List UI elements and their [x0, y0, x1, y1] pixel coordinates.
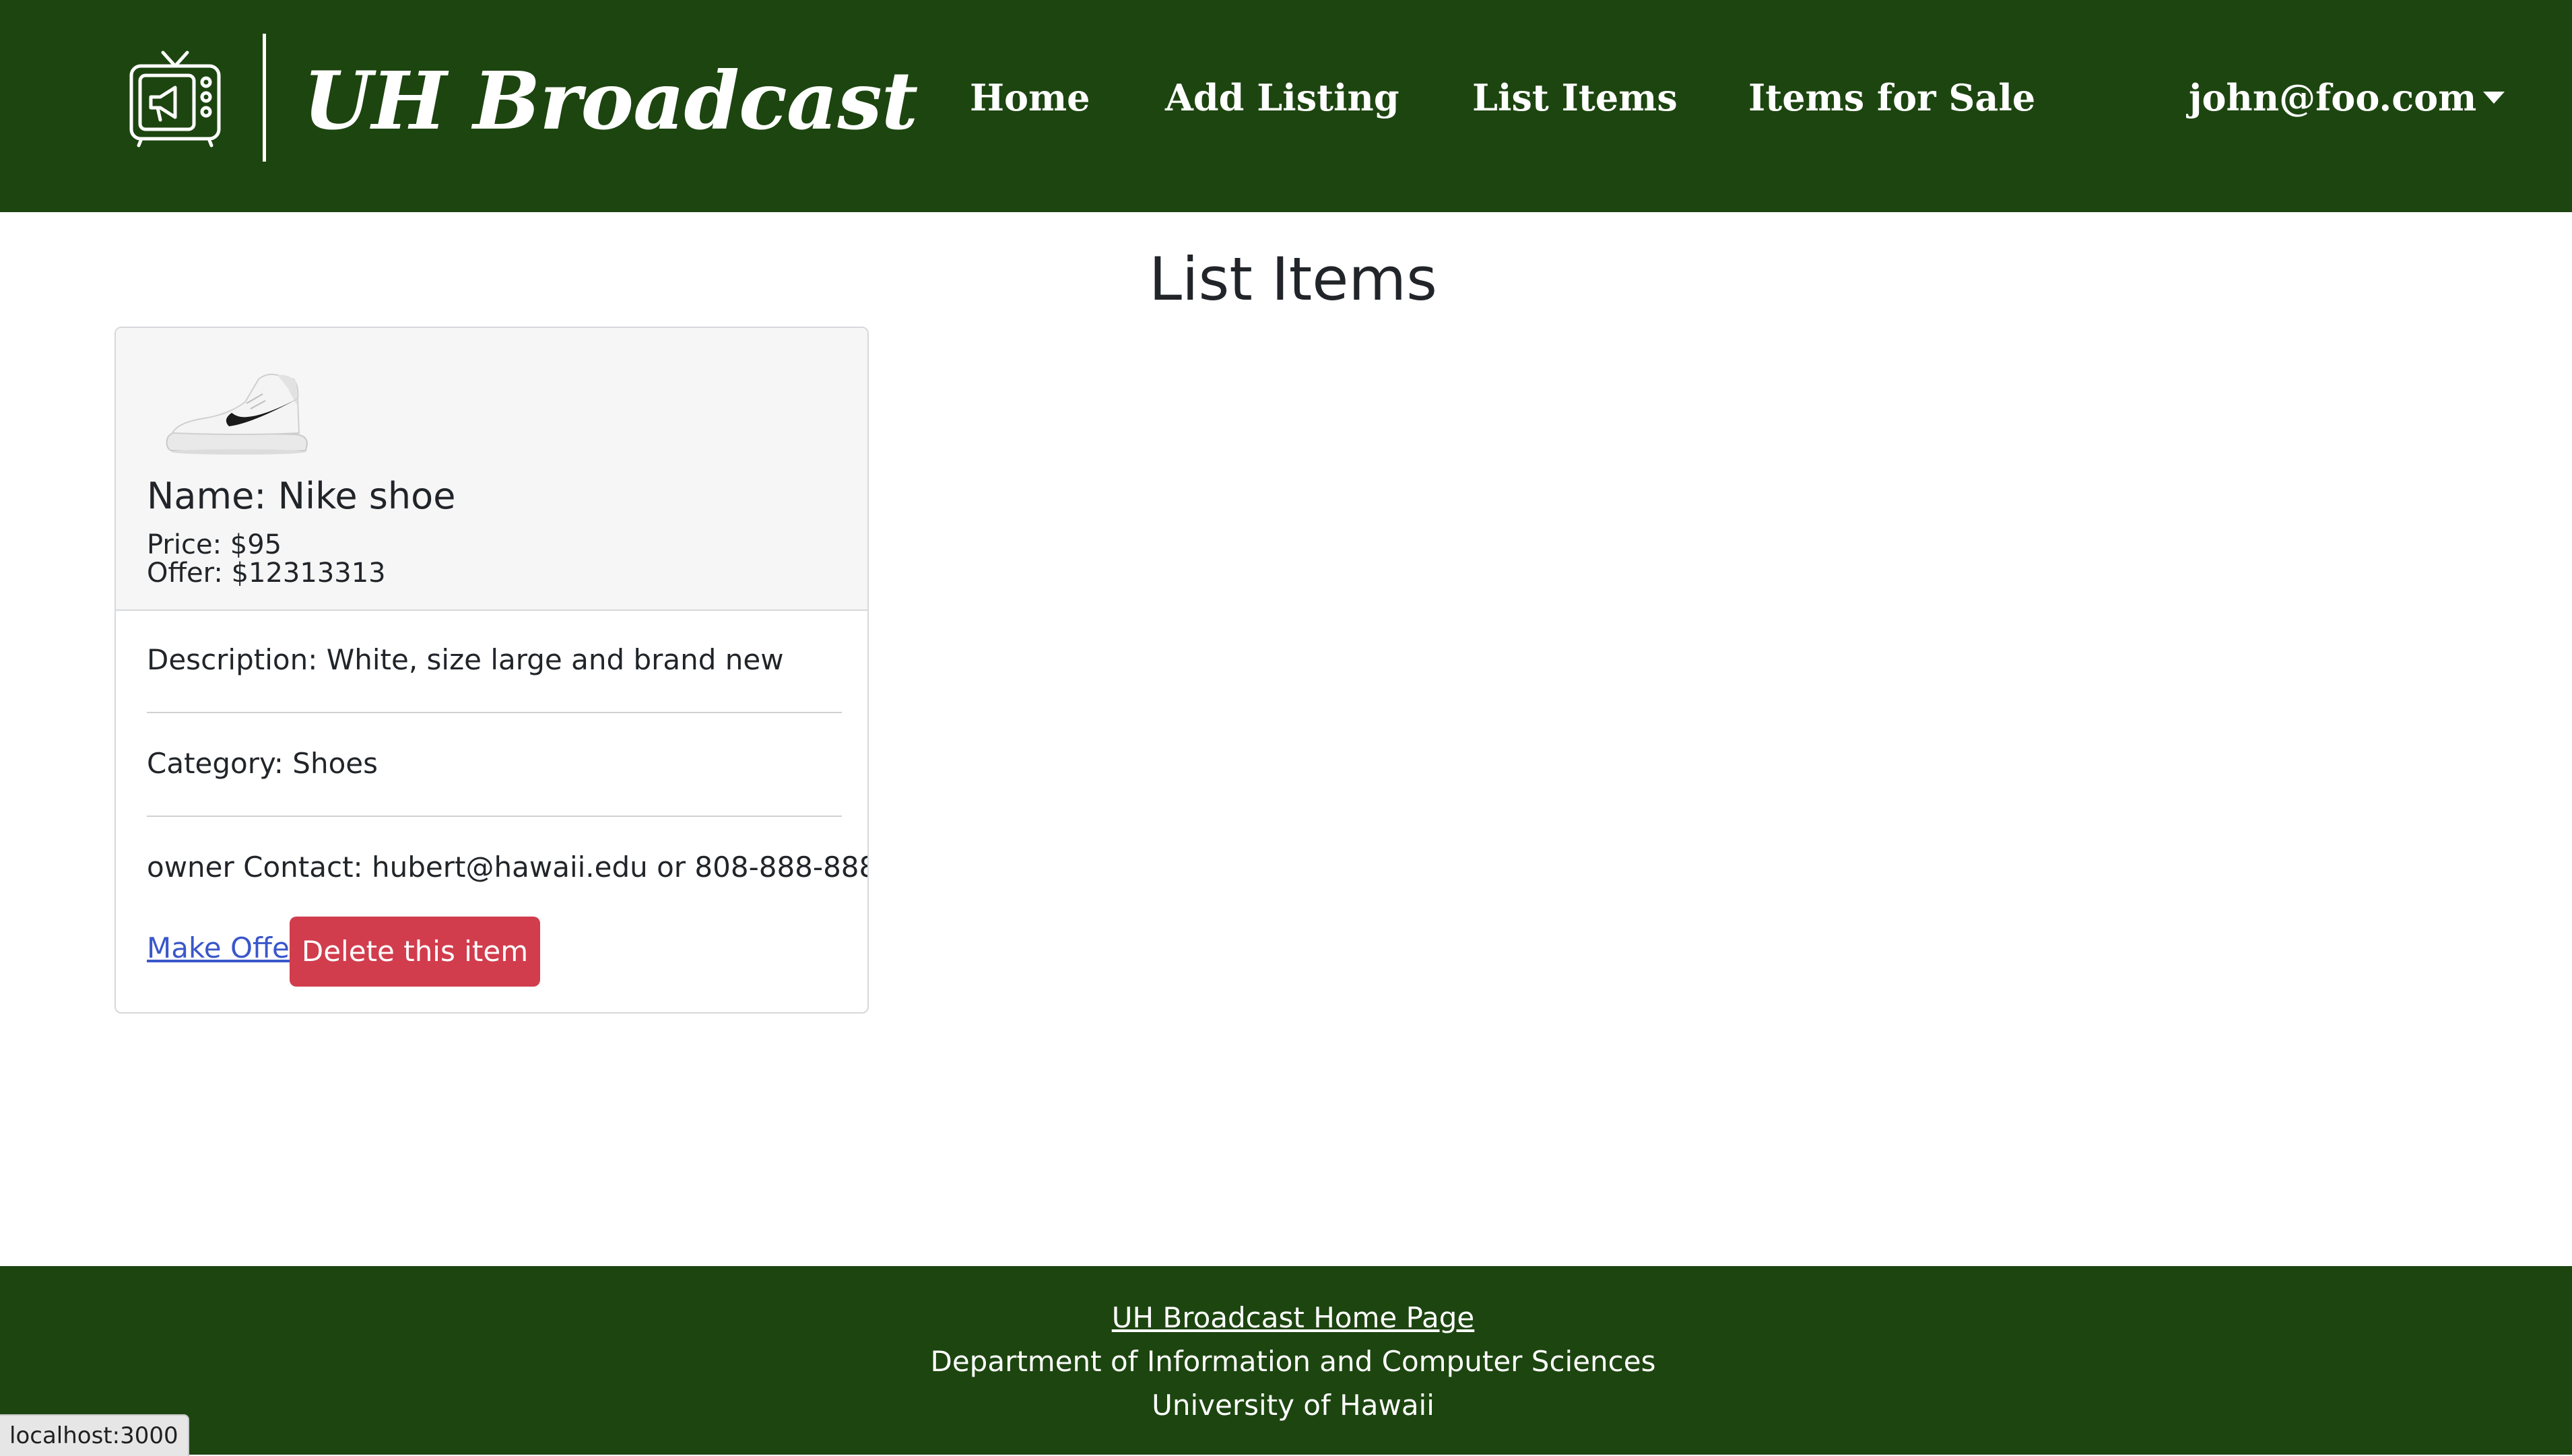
- brand-divider: [263, 34, 266, 162]
- item-card: Name: Nike shoe Price: $95 Offer: $12313…: [114, 327, 869, 1014]
- tv-megaphone-logo-icon: [129, 51, 221, 147]
- nav-add-listing-link[interactable]: Add Listing: [1165, 74, 1399, 121]
- divider: [147, 712, 842, 713]
- item-price: Price: $95: [147, 529, 282, 560]
- nav-items-for-sale-link[interactable]: Items for Sale: [1748, 74, 2035, 121]
- delete-item-button[interactable]: Delete this item: [290, 917, 540, 987]
- item-offer: Offer: $12313313: [147, 558, 386, 589]
- item-category: Category: Shoes: [147, 747, 378, 780]
- page-footer: UH Broadcast Home Page Department of Inf…: [0, 1266, 2572, 1455]
- browser-status-url: localhost:3000: [0, 1414, 189, 1456]
- page-title: List Items: [1149, 244, 1437, 314]
- owner-contact: owner Contact: hubert@hawaii.edu or 808-…: [147, 851, 869, 884]
- item-description: Description: White, size large and brand…: [147, 643, 784, 676]
- divider: [147, 816, 842, 817]
- brand-title: UH Broadcast: [303, 54, 918, 147]
- footer-university: University of Hawaii: [1152, 1389, 1435, 1422]
- user-email: john@foo.com: [2189, 76, 2477, 119]
- item-name: Name: Nike shoe: [147, 475, 456, 517]
- item-card-header: Name: Nike shoe Price: $95 Offer: $12313…: [116, 328, 867, 611]
- user-account-dropdown[interactable]: john@foo.com: [2189, 74, 2505, 121]
- caret-down-icon: [2483, 91, 2505, 104]
- footer-home-link-row: UH Broadcast Home Page: [0, 1301, 2572, 1334]
- top-navbar: UH Broadcast Home Add Listing List Items…: [0, 0, 2572, 212]
- sneaker-image: [166, 373, 308, 455]
- nav-home-link[interactable]: Home: [970, 74, 1090, 121]
- brand-home-link[interactable]: UH Broadcast: [128, 34, 918, 162]
- footer-home-link[interactable]: UH Broadcast Home Page: [1112, 1301, 1475, 1334]
- footer-department: Department of Information and Computer S…: [930, 1345, 1656, 1378]
- make-offer-link[interactable]: Make Offer: [147, 931, 301, 964]
- nav-list-items-link[interactable]: List Items: [1472, 74, 1678, 121]
